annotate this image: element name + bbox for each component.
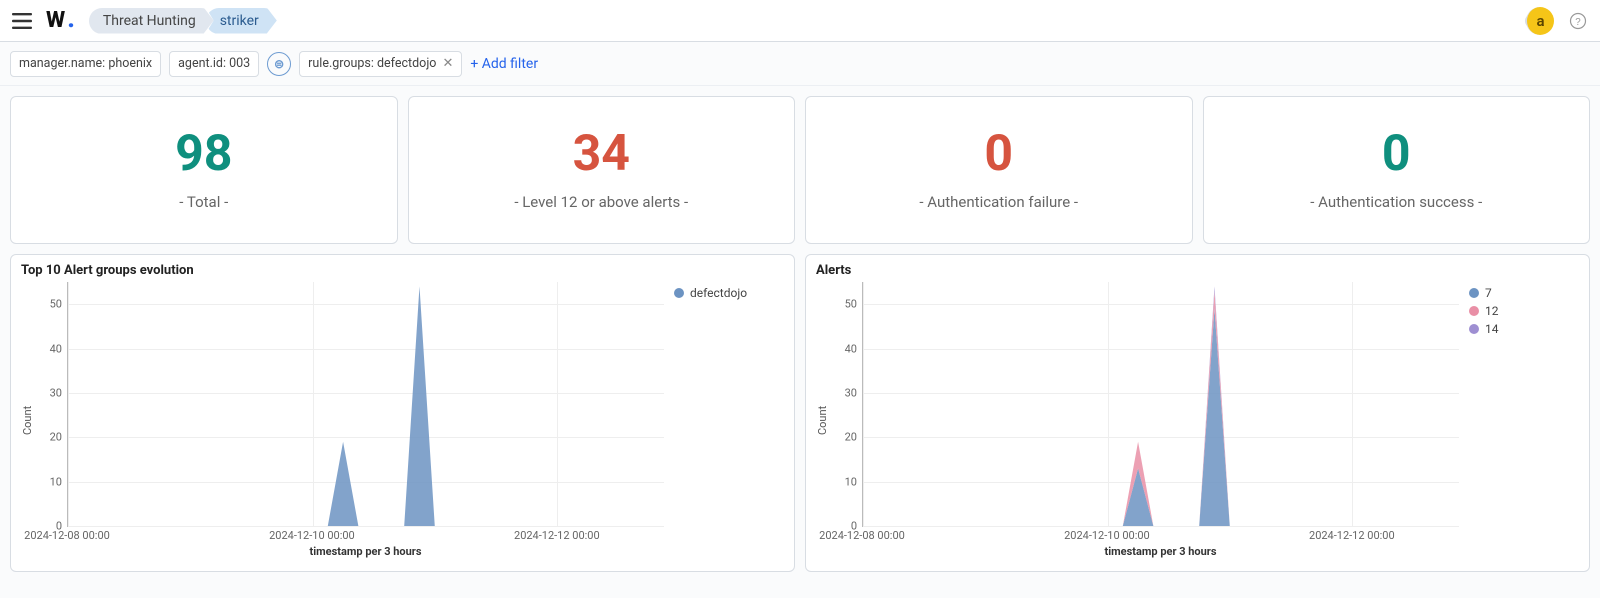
legend-dot: [1469, 288, 1479, 298]
help-button[interactable]: ?: [1564, 7, 1592, 35]
y-tick: 40: [50, 342, 62, 355]
add-filter-button[interactable]: + Add filter: [470, 56, 538, 72]
filter-chip-label: agent.id: 003: [178, 56, 250, 71]
stat-card: 0 - Authentication success -: [1203, 96, 1591, 244]
logo-letter: W: [46, 8, 65, 33]
y-tick: 30: [50, 386, 62, 399]
series-area: [863, 291, 1459, 526]
stat-label: - Total -: [179, 193, 228, 211]
legend: 7 12 14: [1459, 282, 1579, 558]
stat-value: 34: [573, 129, 630, 179]
legend-dot: [1469, 306, 1479, 316]
x-tick: 2024-12-08 00:00: [819, 529, 905, 542]
topbar: W. Threat Huntingstriker a ?: [0, 0, 1600, 42]
breadcrumb-item[interactable]: Threat Hunting: [89, 8, 214, 34]
y-tick: 30: [845, 386, 857, 399]
series-area: [863, 286, 1459, 526]
x-axis-label: timestamp per 3 hours: [67, 545, 664, 558]
stat-value: 0: [984, 129, 1013, 179]
filter-chip[interactable]: agent.id: 003: [169, 51, 259, 77]
series-area: [863, 309, 1459, 526]
legend-label: defectdojo: [690, 286, 747, 300]
menu-button[interactable]: [8, 7, 36, 35]
avatar[interactable]: a: [1526, 7, 1554, 35]
legend-dot: [674, 288, 684, 298]
stat-card: 0 - Authentication failure -: [805, 96, 1193, 244]
svg-text:?: ?: [1575, 16, 1581, 27]
close-icon[interactable]: ✕: [442, 56, 453, 71]
stat-row: 98 - Total - 34 - Level 12 or above alerts …: [10, 96, 1590, 244]
x-axis-label: timestamp per 3 hours: [862, 545, 1459, 558]
filter-chip[interactable]: rule.groups: defectdojo ✕: [299, 51, 462, 77]
stat-label: - Level 12 or above alerts -: [514, 193, 688, 211]
filter-bar: manager.name: phoenix agent.id: 003 ⊜ rule.…: [0, 42, 1600, 86]
logo[interactable]: W.: [46, 8, 75, 33]
y-tick: 10: [50, 475, 62, 488]
x-tick: 2024-12-08 00:00: [24, 529, 110, 542]
hamburger-icon: [12, 13, 32, 29]
x-tick: 2024-12-10 00:00: [1064, 529, 1150, 542]
legend-item[interactable]: 7: [1469, 286, 1579, 300]
filter-chip-label: manager.name: phoenix: [19, 56, 152, 71]
stat-value: 0: [1382, 129, 1411, 179]
chart-row: Top 10 Alert groups evolution Count 010203…: [10, 254, 1590, 572]
legend-item[interactable]: 12: [1469, 304, 1579, 318]
y-axis-label: Count: [21, 282, 37, 558]
y-tick: 50: [50, 298, 62, 311]
y-tick: 40: [845, 342, 857, 355]
filter-chip-label: rule.groups: defectdojo: [308, 56, 436, 71]
y-tick: 10: [845, 475, 857, 488]
stat-value: 98: [175, 129, 232, 179]
y-axis-label: Count: [816, 282, 832, 558]
stat-label: - Authentication success -: [1310, 193, 1482, 211]
y-tick: 50: [845, 298, 857, 311]
legend-item[interactable]: defectdojo: [674, 286, 784, 300]
series-area: [68, 286, 664, 526]
breadcrumb: Threat Huntingstriker: [89, 8, 269, 34]
y-tick: 20: [50, 431, 62, 444]
logo-dot: .: [67, 14, 75, 24]
legend-label: 7: [1485, 286, 1492, 300]
content: 98 - Total - 34 - Level 12 or above alerts …: [0, 86, 1600, 582]
legend-dot: [1469, 324, 1479, 334]
legend-label: 14: [1485, 322, 1499, 336]
x-tick: 2024-12-12 00:00: [1309, 529, 1395, 542]
plot-area: 01020304050: [862, 282, 1459, 527]
filter-operator-icon[interactable]: ⊜: [267, 52, 291, 76]
chart-title: Alerts: [816, 263, 1579, 278]
stat-label: - Authentication failure -: [919, 193, 1078, 211]
help-icon: ?: [1569, 12, 1587, 30]
breadcrumb-item[interactable]: striker: [206, 8, 277, 34]
y-tick: 20: [845, 431, 857, 444]
legend: defectdojo: [664, 282, 784, 558]
chart-card-alerts: Alerts Count 01020304050 2024-12-08 00:00 20…: [805, 254, 1590, 572]
chart-title: Top 10 Alert groups evolution: [21, 263, 784, 278]
x-tick: 2024-12-10 00:00: [269, 529, 355, 542]
legend-label: 12: [1485, 304, 1499, 318]
stat-card: 34 - Level 12 or above alerts -: [408, 96, 796, 244]
x-tick: 2024-12-12 00:00: [514, 529, 600, 542]
chart-card-groups: Top 10 Alert groups evolution Count 010203…: [10, 254, 795, 572]
stat-card: 98 - Total -: [10, 96, 398, 244]
legend-item[interactable]: 14: [1469, 322, 1579, 336]
filter-chip[interactable]: manager.name: phoenix: [10, 51, 161, 77]
plot-area: 01020304050: [67, 282, 664, 527]
